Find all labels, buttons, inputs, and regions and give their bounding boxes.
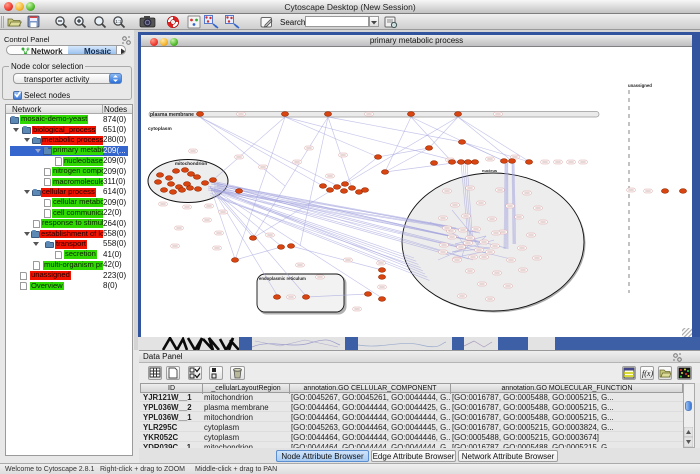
svg-text:f(x): f(x) xyxy=(642,369,653,378)
svg-text:1:1: 1:1 xyxy=(115,19,122,24)
svg-text:plasma membrane: plasma membrane xyxy=(150,112,194,118)
svg-text:unassigned: unassigned xyxy=(628,83,652,88)
svg-text:nucleus: nucleus xyxy=(482,168,498,173)
svg-text:mitochondrion: mitochondrion xyxy=(175,161,207,166)
svg-text:cytoplasm: cytoplasm xyxy=(148,126,172,132)
svg-text:endoplasmic reticulum: endoplasmic reticulum xyxy=(259,276,306,281)
